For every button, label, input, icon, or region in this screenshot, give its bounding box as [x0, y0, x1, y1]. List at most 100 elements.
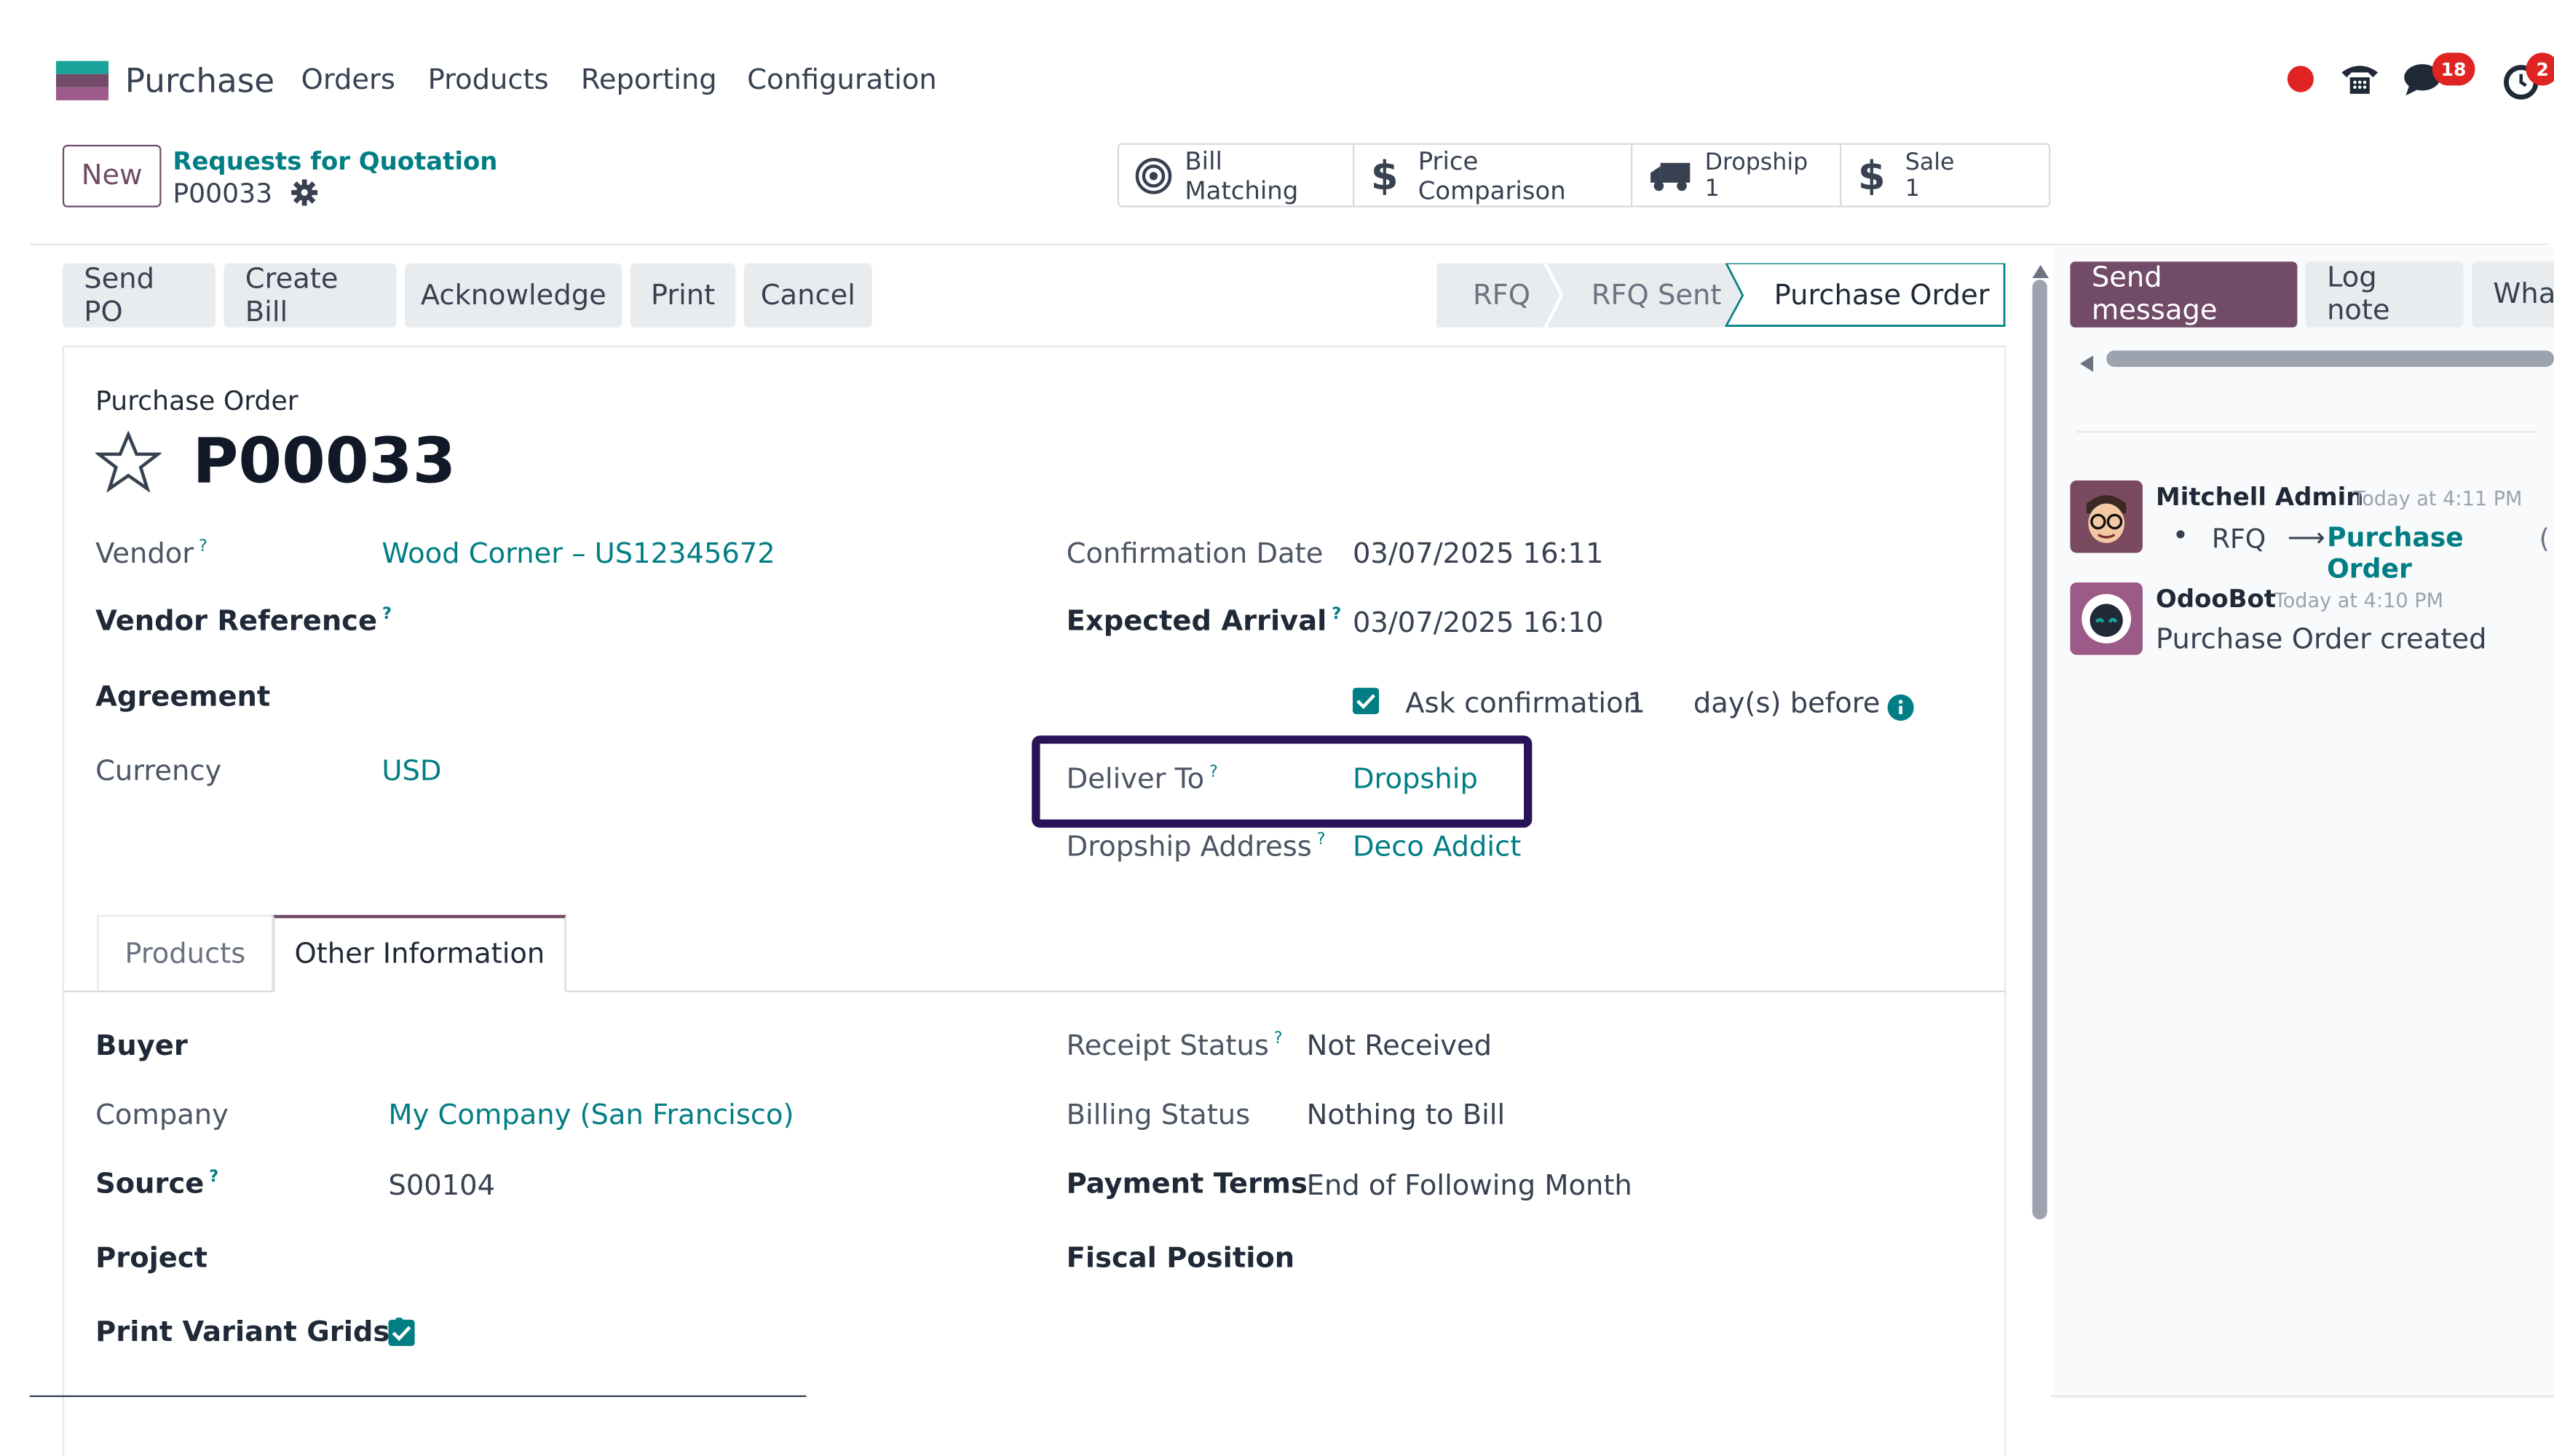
help-icon[interactable]: ? — [1317, 831, 1326, 849]
currency-label: Currency — [95, 755, 222, 788]
star-icon[interactable] — [93, 430, 163, 500]
menu-products[interactable]: Products — [428, 64, 549, 97]
deliver-to-label: Deliver To? — [1067, 764, 1218, 796]
dropship-button[interactable]: Dropship 1 — [1632, 144, 1842, 206]
deliver-to-field[interactable]: Dropship — [1353, 764, 1478, 796]
billing-status-label: Billing Status — [1066, 1099, 1251, 1133]
vendor-field[interactable]: Wood Corner – US12345672 — [381, 538, 775, 571]
message-author[interactable]: OdooBot — [2156, 584, 2276, 614]
divider — [29, 243, 2547, 245]
truck-icon — [1649, 159, 1692, 191]
purchase-app-logo-icon[interactable] — [55, 60, 109, 100]
vendor-reference-label: Vendor Reference? — [95, 606, 392, 638]
scroll-left-arrow-icon[interactable] — [2079, 349, 2095, 380]
vertical-scrollbar[interactable] — [2032, 280, 2047, 1219]
company-label: Company — [95, 1099, 229, 1133]
log-note-button[interactable]: Log note — [2305, 261, 2464, 328]
print-button[interactable]: Print — [630, 263, 736, 328]
send-message-button[interactable]: Send message — [2070, 261, 2298, 328]
vendor-label-text: Vendor — [95, 538, 194, 571]
new-button[interactable]: New — [62, 144, 162, 207]
recording-dot-icon[interactable] — [2287, 66, 2314, 92]
menu-configuration[interactable]: Configuration — [747, 64, 937, 97]
dropship-address-field[interactable]: Deco Addict — [1353, 831, 1521, 863]
help-icon[interactable]: ? — [209, 1168, 218, 1187]
horizontal-scrollbar[interactable] — [2106, 350, 2554, 368]
send-po-button[interactable]: Send PO — [62, 263, 216, 328]
dropship-label: Dropship — [1704, 149, 1808, 175]
sale-count: 1 — [1905, 175, 1920, 202]
tab-other-information[interactable]: Other Information — [273, 914, 566, 992]
confirmation-date-field[interactable]: 03/07/2025 16:11 — [1353, 538, 1603, 571]
status-purchase-order[interactable]: Purchase Order — [1774, 280, 1990, 312]
help-icon[interactable]: ? — [199, 538, 207, 556]
vendor-label: Vendor? — [95, 538, 207, 571]
chatter-panel — [2053, 247, 2554, 1399]
price-comparison-label: Price Comparison — [1418, 146, 1566, 205]
agreement-input[interactable] — [381, 678, 1007, 721]
tracking-new-value: Purchase Order — [2327, 521, 2464, 585]
deliver-to-label-text: Deliver To — [1066, 763, 1205, 796]
chat-badge: 18 — [2432, 52, 2475, 86]
help-icon[interactable]: ? — [1209, 764, 1218, 782]
expected-arrival-field[interactable]: 03/07/2025 16:10 — [1353, 607, 1603, 640]
dropship-address-label: Dropship Address? — [1067, 831, 1326, 863]
phone-icon[interactable] — [2338, 59, 2381, 105]
cancel-button[interactable]: Cancel — [743, 263, 872, 328]
ask-confirmation-checkbox[interactable] — [1352, 687, 1380, 714]
dropship-count: 1 — [1704, 175, 1720, 202]
avatar[interactable] — [2070, 582, 2143, 655]
source-label-text: Source — [95, 1168, 205, 1202]
help-icon[interactable]: ? — [1332, 606, 1341, 624]
ask-confirmation-suffix: day(s) before — [1693, 687, 1881, 721]
gear-icon[interactable] — [290, 179, 317, 212]
confirmation-date-label: Confirmation Date — [1066, 538, 1324, 571]
ask-confirmation-days[interactable]: 1 — [1627, 688, 1645, 721]
sale-button[interactable]: $ Sale 1 — [1841, 145, 2049, 206]
vendor-reference-input[interactable] — [381, 602, 1007, 645]
dollar-icon: $ — [1857, 152, 1886, 199]
help-icon[interactable]: ? — [1274, 1030, 1283, 1048]
expected-arrival-label-text: Expected Arrival — [1066, 605, 1327, 638]
menu-orders[interactable]: Orders — [301, 64, 395, 97]
breadcrumb-rfq-link[interactable]: Requests for Quotation — [173, 146, 497, 176]
whatsapp-button[interactable]: Wha — [2471, 261, 2554, 328]
payment-terms-field[interactable]: End of Following Month — [1307, 1170, 1632, 1203]
receipt-status-field: Not Received — [1306, 1029, 1493, 1064]
message-author[interactable]: Mitchell Admin — [2156, 482, 2363, 512]
company-field[interactable]: My Company (San Francisco) — [388, 1099, 794, 1132]
tracking-field-name: ( — [2539, 523, 2550, 555]
acknowledge-button[interactable]: Acknowledge — [405, 263, 622, 328]
print-variant-grids-label: Print Variant Grids? — [95, 1316, 404, 1349]
breadcrumb-current: P00033 — [173, 178, 317, 212]
bottom-divider — [29, 1395, 807, 1397]
info-icon[interactable] — [1887, 694, 1914, 727]
status-rfq-sent[interactable]: RFQ Sent — [1592, 280, 1722, 312]
buyer-input[interactable] — [388, 1026, 1013, 1069]
message-body: Purchase Order created — [2155, 623, 2487, 657]
status-rfq[interactable]: RFQ — [1473, 280, 1530, 312]
tab-products[interactable]: Products — [97, 914, 274, 992]
project-input[interactable] — [388, 1239, 1013, 1282]
form-sheet — [62, 345, 2007, 1456]
menu-reporting[interactable]: Reporting — [581, 64, 717, 97]
bill-matching-button[interactable]: Bill Matching — [1119, 144, 1355, 206]
source-field[interactable]: S00104 — [388, 1170, 495, 1203]
ask-confirmation-label: Ask confirmation — [1405, 687, 1641, 721]
fiscal-position-input[interactable] — [1307, 1239, 1932, 1282]
message-time: Today at 4:11 PM — [2353, 487, 2523, 510]
currency-field[interactable]: USD — [381, 755, 441, 788]
activity-badge: 2 — [2526, 52, 2554, 86]
billing-status-field: Nothing to Bill — [1306, 1099, 1506, 1133]
create-bill-button[interactable]: Create Bill — [224, 263, 397, 328]
chatter-bottom-line — [2050, 1395, 2554, 1397]
smart-button-bar: Bill Matching $ Price Comparison Dropshi… — [1117, 143, 2051, 207]
print-variant-grids-checkbox[interactable] — [388, 1319, 415, 1346]
price-comparison-button[interactable]: $ Price Comparison — [1354, 144, 1633, 206]
app-name[interactable]: Purchase — [125, 61, 274, 100]
payment-terms-label: Payment Terms — [1066, 1168, 1308, 1202]
bill-matching-label: Bill Matching — [1185, 146, 1299, 205]
page: Purchase Orders Products Reporting Confi… — [0, 0, 2554, 1456]
avatar[interactable] — [2070, 480, 2143, 553]
arrow-right-icon: ⟶ — [2287, 521, 2325, 553]
